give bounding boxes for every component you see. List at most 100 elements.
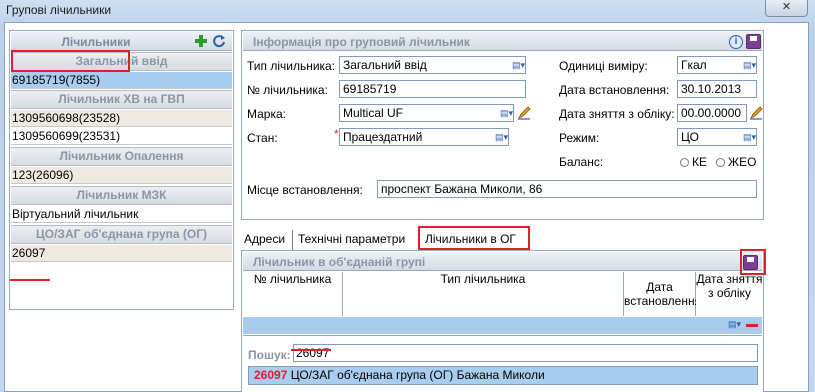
group-label: Лічильник ХВ на ГВП — [58, 92, 185, 106]
dropdown-icon[interactable]: ▤▾ — [495, 131, 508, 143]
meter-info-title: Інформація про груповий лічильник — [253, 35, 470, 49]
remove-date-label: Дата зняття з обліку: — [559, 107, 675, 121]
edit-icon[interactable] — [749, 106, 763, 120]
list-item-text: 26097 — [12, 246, 46, 260]
tab-tech-params[interactable]: Технічні параметри — [292, 230, 405, 250]
type-value: Загальний ввід — [343, 58, 427, 72]
list-item-text: 123(26096) — [12, 168, 74, 182]
group-label: Лічильник МЗК — [76, 188, 167, 202]
column-label: Дата зняття з обліку — [696, 272, 763, 300]
highlight-box — [11, 50, 130, 72]
dropdown-icon[interactable]: ▤▾ — [743, 59, 756, 71]
search-input[interactable]: 26097 — [293, 344, 758, 362]
number-value: 69185719 — [343, 82, 397, 96]
list-item-text: 1309560699(23531) — [12, 129, 121, 143]
result-id: 26097 — [254, 368, 288, 382]
balance-label: Баланс: — [559, 155, 604, 169]
column-label: Дата встановлення — [624, 280, 702, 308]
dropdown-icon[interactable]: ▤▾ — [743, 131, 756, 143]
list-item-text: Віртуальний лічильник — [12, 207, 139, 221]
title-bar: Групові лічильники ✕ — [0, 0, 815, 20]
meter-info-header: Інформація про груповий лічильник i — [243, 32, 762, 51]
group-header-heating[interactable]: Лічильник Опалення — [11, 147, 232, 166]
list-item[interactable]: 26097 — [11, 245, 232, 262]
list-item[interactable]: 1309560698(23528) — [11, 110, 232, 127]
balance-zheo-label: ЖЕО — [728, 155, 757, 169]
client-area: Лічильники Загальний ввід 69185719(7855)… — [4, 22, 809, 392]
state-select[interactable]: Працездатний ▤▾ — [339, 128, 509, 146]
units-value: Гкал — [681, 58, 707, 72]
meters-list-title: Лічильники — [61, 35, 131, 49]
brand-select[interactable]: Multical UF ▤▾ — [339, 104, 514, 122]
place-label: Місце встановлення: — [247, 183, 363, 197]
close-icon[interactable]: ✕ — [782, 1, 791, 13]
group-header-cold-water[interactable]: Лічильник ХВ на ГВП — [11, 90, 232, 109]
group-header-combined[interactable]: ЦО/ЗАГ об'єднана група (ОГ) — [11, 225, 232, 244]
brand-value: Multical UF — [343, 106, 404, 120]
highlight-underline — [291, 349, 331, 351]
dropdown-icon[interactable]: ▤▾ — [512, 59, 525, 71]
place-value: проспект Бажана Миколи, 86 — [381, 182, 543, 196]
highlight-underline — [10, 279, 50, 281]
list-item[interactable]: 1309560699(23531) — [11, 128, 232, 145]
column-header-install-date[interactable]: Дата встановлення — [624, 272, 701, 316]
install-date-label: Дата встановлення: — [559, 83, 670, 97]
column-label: Тип лічильника — [440, 272, 526, 286]
info-icon[interactable]: i — [729, 35, 743, 49]
units-select[interactable]: Гкал ▤▾ — [677, 56, 757, 74]
refresh-icon[interactable] — [212, 34, 226, 48]
og-meters-title: Лічильник в об'єднаній групі — [253, 255, 426, 269]
install-date-value: 30.10.2013 — [681, 82, 742, 96]
mode-label: Режим: — [559, 131, 600, 145]
state-value: Працездатний — [343, 130, 423, 144]
mode-select[interactable]: ЦО ▤▾ — [677, 128, 757, 146]
column-label: № лічильника — [253, 272, 332, 286]
window: Групові лічильники ✕ Лічильники Загальни… — [0, 0, 815, 392]
save-icon[interactable] — [746, 34, 761, 49]
edit-icon[interactable] — [517, 106, 531, 120]
list-item-text: 1309560698(23528) — [12, 111, 121, 125]
list-item[interactable]: 69185719(7855) — [11, 72, 232, 89]
list-empty-area — [11, 263, 232, 309]
column-header-type[interactable]: Тип лічильника — [343, 272, 624, 316]
remove-icon[interactable] — [746, 324, 758, 327]
number-label: № лічильника: — [247, 83, 328, 97]
add-icon[interactable] — [194, 34, 208, 48]
state-label: Стан: — [247, 131, 278, 145]
units-label: Одиниці виміру: — [559, 59, 648, 73]
brand-label: Марка: — [247, 107, 286, 121]
dropdown-icon[interactable]: ▤▾ — [728, 319, 741, 330]
og-meters-header: Лічильник в об'єднаній групі — [243, 252, 762, 271]
group-header-mzk[interactable]: Лічильник МЗК — [11, 186, 232, 205]
required-mark: * — [334, 127, 339, 141]
highlight-box — [418, 226, 530, 250]
tab-addresses[interactable]: Адреси — [244, 230, 285, 250]
search-area: Пошук: 26097 26097 ЦО/ЗАГ об'єднана груп… — [243, 335, 762, 392]
list-item[interactable]: Віртуальний лічильник — [11, 206, 232, 223]
column-header-number[interactable]: № лічильника — [243, 272, 343, 316]
search-result-item[interactable]: 26097 ЦО/ЗАГ об'єднана група (ОГ) Бажана… — [248, 366, 758, 385]
type-select[interactable]: Загальний ввід ▤▾ — [339, 56, 526, 74]
close-button[interactable]: ✕ — [765, 0, 808, 17]
meter-info-panel: Інформація про груповий лічильник i Тип … — [241, 30, 764, 220]
balance-ke-label: КЕ — [692, 155, 707, 169]
balance-zheo-radio[interactable] — [716, 158, 725, 167]
mode-value: ЦО — [681, 130, 699, 144]
meters-list-header: Лічильники — [11, 32, 232, 51]
highlight-box — [740, 249, 766, 275]
balance-ke-radio[interactable] — [680, 158, 689, 167]
list-item[interactable]: 123(26096) — [11, 167, 232, 184]
group-label: ЦО/ЗАГ об'єднана група (ОГ) — [36, 227, 207, 241]
column-header-remove-date[interactable]: Дата зняття з обліку — [696, 272, 763, 316]
number-field[interactable]: 69185719 — [339, 80, 526, 98]
install-date-field[interactable]: 30.10.2013 — [677, 80, 757, 98]
remove-date-field[interactable]: 00.00.0000 — [677, 104, 747, 122]
table-row[interactable]: ▤▾ — [243, 317, 762, 334]
search-label: Пошук: — [248, 348, 291, 362]
list-item-text: 69185719(7855) — [12, 73, 101, 87]
window-title: Групові лічильники — [6, 3, 112, 17]
place-field[interactable]: проспект Бажана Миколи, 86 — [377, 180, 757, 198]
og-meters-panel: Лічильник в об'єднаній групі № лічильник… — [241, 250, 764, 392]
remove-date-value: 00.00.0000 — [681, 106, 742, 120]
dropdown-icon[interactable]: ▤▾ — [500, 107, 513, 119]
